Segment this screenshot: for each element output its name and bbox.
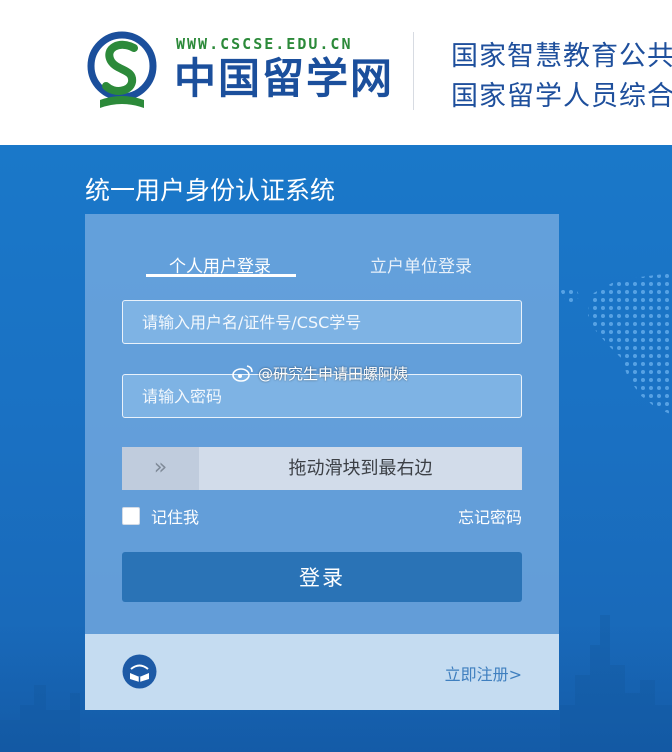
watermark: @研究生申请田螺阿姨 <box>232 363 408 384</box>
header-divider <box>413 32 414 110</box>
system-title: 统一用户身份认证系统 <box>85 176 336 205</box>
site-name: 中国留学网 <box>174 54 395 103</box>
remember-me-label[interactable]: 记住我 <box>151 504 199 528</box>
remember-me-checkbox[interactable] <box>122 507 140 525</box>
book-globe-icon <box>122 654 157 689</box>
site-header: WWW.CSCSE.EDU.CN 中国留学网 国家智慧教育公共服务平台 国家留学… <box>0 0 672 145</box>
watermark-text: @研究生申请田螺阿姨 <box>258 365 409 383</box>
main-area: 统一用户身份认证系统 个人用户登录 立户单位登录 @研究生申请田螺阿姨 » 拖动… <box>0 145 672 752</box>
login-panel: 个人用户登录 立户单位登录 @研究生申请田螺阿姨 » 拖动滑块到最右边 记住我 … <box>85 214 559 710</box>
platform-title-2: 国家留学人员综合服务平台 <box>451 81 672 112</box>
slider-hint: 拖动滑块到最右边 <box>288 458 433 479</box>
active-tab-indicator <box>146 274 296 277</box>
cscse-logo <box>87 31 157 108</box>
login-button[interactable]: 登录 <box>122 552 522 602</box>
username-input[interactable] <box>122 300 522 344</box>
forgot-password-link[interactable]: 忘记密码 <box>458 504 522 528</box>
tab-unit-login[interactable]: 立户单位登录 <box>370 252 472 277</box>
site-url: WWW.CSCSE.EDU.CN <box>176 35 353 53</box>
panel-footer: 立即注册> <box>85 634 559 710</box>
weibo-icon <box>232 365 253 382</box>
register-link[interactable]: 立即注册> <box>445 661 522 685</box>
slider-handle[interactable]: » <box>122 447 199 490</box>
slider-captcha[interactable]: » 拖动滑块到最右边 <box>122 447 522 490</box>
platform-title-1: 国家智慧教育公共服务平台 <box>451 41 672 72</box>
